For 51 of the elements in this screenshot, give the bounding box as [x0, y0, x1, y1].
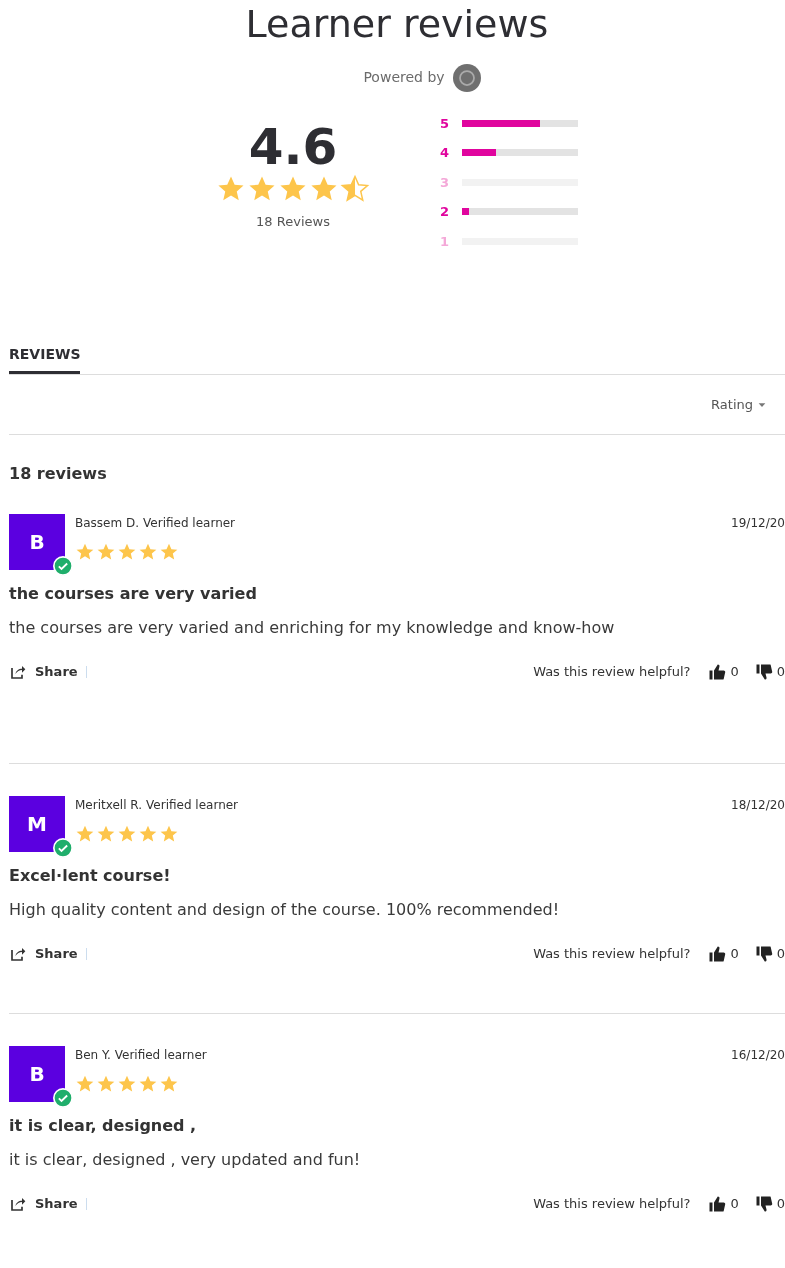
- sort-dropdown[interactable]: Rating: [711, 394, 767, 415]
- thumbs-up-button[interactable]: 0: [708, 944, 739, 964]
- reviewer-name: Ben Y.: [75, 1047, 111, 1065]
- thumbs-up-button[interactable]: 0: [708, 1194, 739, 1214]
- half-star-icon: [340, 173, 370, 204]
- verified-label: Verified learner: [146, 797, 239, 815]
- reviewer-name: Meritxell R.: [75, 797, 143, 815]
- review-date: 18/12/20: [731, 797, 785, 815]
- rating-level-label[interactable]: 5: [440, 113, 454, 134]
- average-score: 4.6: [248, 121, 338, 172]
- review-title: Excel·lent course!: [9, 865, 172, 888]
- verified-label: Verified learner: [114, 1047, 207, 1065]
- review-title: it is clear, designed ,: [9, 1115, 198, 1138]
- logo-icon: [452, 63, 481, 92]
- review-date: 19/12/20: [731, 515, 785, 533]
- review-body: High quality content and design of the course. 100% recommended!: [9, 899, 561, 922]
- review-body: it is clear, designed , very updated and fun!: [9, 1149, 362, 1172]
- helpful-question: Was this review helpful?: [533, 663, 691, 682]
- reviews-tab[interactable]: REVIEWS: [9, 343, 81, 375]
- share-button[interactable]: Share: [9, 1194, 78, 1214]
- thumbs-up-icon: [708, 1194, 727, 1213]
- helpful-question: Was this review helpful?: [533, 1195, 691, 1214]
- avatar: B: [9, 514, 65, 571]
- thumbs-down-icon: [754, 662, 773, 681]
- thumbs-down-icon: [754, 944, 773, 963]
- page-title: Learner reviews: [244, 2, 550, 48]
- powered-by-label: Powered by: [363, 68, 445, 88]
- reviews-heading: 18 reviews: [9, 463, 108, 486]
- verified-label: Verified learner: [143, 515, 236, 533]
- thumbs-down-button[interactable]: 0: [754, 662, 785, 682]
- helpful-question: Was this review helpful?: [533, 945, 691, 964]
- review-count: 18 Reviews: [256, 212, 330, 231]
- rating-level-label[interactable]: 4: [440, 143, 454, 163]
- share-button[interactable]: Share: [9, 944, 78, 964]
- reviewer-name: Bassem D.: [75, 515, 140, 533]
- rating-level-label[interactable]: 2: [440, 202, 454, 222]
- share-button[interactable]: Share: [9, 662, 78, 682]
- avatar: M: [9, 796, 65, 853]
- review-date: 16/12/20: [731, 1047, 785, 1065]
- share-icon: [9, 1195, 27, 1212]
- thumbs-down-icon: [754, 1194, 773, 1213]
- thumbs-up-button[interactable]: 0: [708, 662, 739, 682]
- thumbs-up-icon: [708, 662, 727, 681]
- review-title: the courses are very varied: [9, 583, 258, 606]
- avatar: B: [9, 1046, 65, 1103]
- share-icon: [9, 945, 27, 962]
- share-icon: [9, 663, 27, 680]
- review-body: the courses are very varied and enriching for my knowledge and know-how: [9, 617, 616, 640]
- thumbs-down-button[interactable]: 0: [754, 1194, 785, 1214]
- thumbs-up-icon: [708, 944, 727, 963]
- thumbs-down-button[interactable]: 0: [754, 944, 785, 964]
